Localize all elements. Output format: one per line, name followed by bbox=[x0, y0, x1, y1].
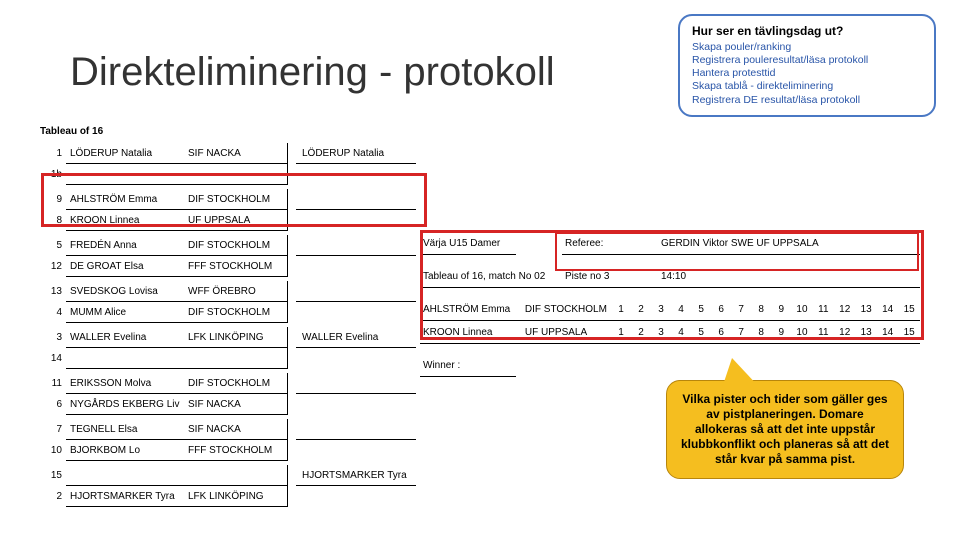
referee-label: Referee: bbox=[562, 232, 658, 255]
score-table: AHLSTRÖM EmmaDIF STOCKHOLM 1234567891011… bbox=[420, 298, 920, 344]
table-row: 15HJORTSMARKER Tyra bbox=[40, 465, 416, 486]
bracket-header: Tableau of 16 bbox=[40, 126, 416, 137]
info-heading: Hur ser en tävlingsdag ut? bbox=[692, 24, 922, 38]
callout: Vilka pister och tider som gäller ges av… bbox=[666, 380, 904, 479]
table-row: 10BJORKBOM LoFFF STOCKHOLM bbox=[40, 440, 416, 461]
table-row: 14 bbox=[40, 348, 416, 369]
info-l5: Registrera DE resultat/läsa protokoll bbox=[692, 94, 922, 107]
event-name: Värja U15 Damer bbox=[420, 232, 516, 255]
match-detail: Värja U15 Damer Referee:GERDIN Viktor SWE… bbox=[420, 232, 920, 377]
table-row: 5FREDÉN AnnaDIF STOCKHOLM bbox=[40, 235, 416, 256]
bracket-table: 1LÖDERUP NataliaSIF NACKALÖDERUP Natalia… bbox=[40, 143, 416, 507]
info-l2: Registrera pouleresultat/läsa protokoll bbox=[692, 54, 922, 67]
table-row: 13SVEDSKOG LovisaWFF ÖREBRO bbox=[40, 281, 416, 302]
table-row: 7TEGNELL ElsaSIF NACKA bbox=[40, 419, 416, 440]
tableau-label: Tableau of 16, match No 02 bbox=[420, 265, 562, 288]
match-time: 14:10 bbox=[658, 265, 920, 288]
table-row: 3WALLER EvelinaLFK LINKÖPINGWALLER Eveli… bbox=[40, 327, 416, 348]
referee-name: GERDIN Viktor SWE UF UPPSALA bbox=[658, 232, 920, 255]
page-title: Direkteliminering - protokoll bbox=[70, 50, 555, 95]
bracket: Tableau of 16 1LÖDERUP NataliaSIF NACKAL… bbox=[40, 126, 416, 507]
table-row: AHLSTRÖM EmmaDIF STOCKHOLM 1234567891011… bbox=[420, 298, 920, 321]
info-l3: Hantera protesttid bbox=[692, 67, 922, 80]
table-row: 4MUMM AliceDIF STOCKHOLM bbox=[40, 302, 416, 323]
callout-text: Vilka pister och tider som gäller ges av… bbox=[681, 392, 889, 466]
callout-tail-icon bbox=[722, 358, 760, 388]
table-row: 9AHLSTRÖM EmmaDIF STOCKHOLM bbox=[40, 189, 416, 210]
table-row: 12DE GROAT ElsaFFF STOCKHOLM bbox=[40, 256, 416, 277]
table-row: 8KROON LinneaUF UPPSALA bbox=[40, 210, 416, 231]
table-row: 11ERIKSSON MolvaDIF STOCKHOLM bbox=[40, 373, 416, 394]
table-row: 1LÖDERUP NataliaSIF NACKALÖDERUP Natalia bbox=[40, 143, 416, 164]
table-row: 2HJORTSMARKER TyraLFK LINKÖPING bbox=[40, 486, 416, 507]
piste-label: Piste no 3 bbox=[562, 265, 658, 288]
info-l4: Skapa tablå - direkteliminering bbox=[692, 80, 922, 93]
info-box: Hur ser en tävlingsdag ut? Skapa pouler/… bbox=[678, 14, 936, 117]
winner-label: Winner : bbox=[420, 354, 516, 377]
info-l1: Skapa pouler/ranking bbox=[692, 41, 922, 54]
table-row: 6NYGÅRDS EKBERG LivSIF NACKA bbox=[40, 394, 416, 415]
table-row: KROON LinneaUF UPPSALA 12345678910111213… bbox=[420, 321, 920, 344]
table-row: 1b bbox=[40, 164, 416, 185]
